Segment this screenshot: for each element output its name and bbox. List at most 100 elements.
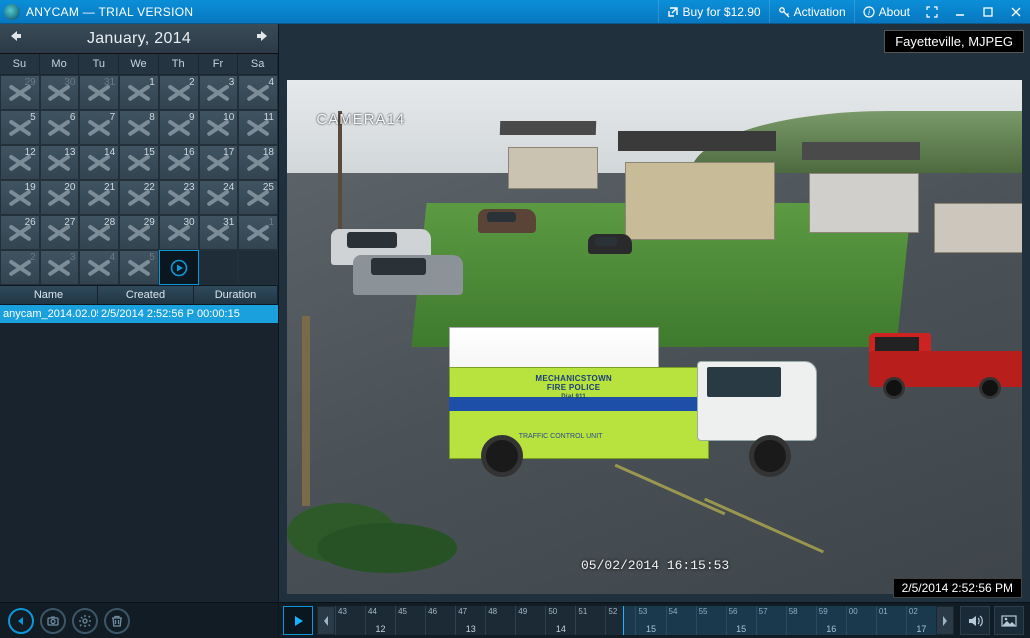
calendar-day-cell[interactable]: 21 bbox=[79, 180, 119, 215]
col-duration[interactable]: Duration bbox=[194, 286, 278, 304]
x-icon bbox=[160, 76, 198, 109]
col-created[interactable]: Created bbox=[98, 286, 194, 304]
calendar-day-cell[interactable]: 8 bbox=[119, 110, 159, 145]
calendar-day-cell[interactable]: 1 bbox=[119, 75, 159, 110]
activation-button[interactable]: Activation bbox=[769, 0, 854, 23]
back-button[interactable] bbox=[8, 608, 34, 634]
x-icon bbox=[239, 216, 277, 249]
calendar-day-cell[interactable]: 29 bbox=[0, 75, 40, 110]
calendar-grid: 2930311234567891011121314151617181920212… bbox=[0, 75, 278, 285]
calendar-next-button[interactable] bbox=[248, 29, 278, 48]
calendar-day-cell[interactable]: 1 bbox=[238, 215, 278, 250]
calendar-day-cell[interactable]: 3 bbox=[40, 250, 80, 285]
about-label: About bbox=[879, 5, 910, 19]
x-icon bbox=[41, 181, 79, 214]
calendar-day-cell[interactable]: 18 bbox=[238, 145, 278, 180]
calendar-day-cell[interactable]: 5 bbox=[119, 250, 159, 285]
trash-icon bbox=[110, 614, 124, 628]
calendar-day-cell[interactable]: 20 bbox=[40, 180, 80, 215]
buy-label: Buy for $12.90 bbox=[683, 5, 761, 19]
left-controls bbox=[0, 602, 278, 638]
timeline-play-button[interactable] bbox=[283, 606, 313, 635]
snapshot-button[interactable] bbox=[40, 608, 66, 634]
buy-button[interactable]: Buy for $12.90 bbox=[658, 0, 769, 23]
video-feed[interactable]: MECHANICSTOWNFIRE POLICEDial 911 TRAFFIC… bbox=[287, 80, 1022, 594]
calendar-day-cell[interactable]: 30 bbox=[40, 75, 80, 110]
calendar-day-cell[interactable]: 2 bbox=[159, 75, 199, 110]
x-icon bbox=[41, 251, 79, 284]
calendar-day-cell[interactable]: 14 bbox=[79, 145, 119, 180]
calendar-day-cell[interactable]: 2 bbox=[0, 250, 40, 285]
calendar-day-cell[interactable]: 15 bbox=[119, 145, 159, 180]
calendar-day-cell[interactable]: 28 bbox=[79, 215, 119, 250]
x-icon bbox=[41, 111, 79, 144]
image-button[interactable] bbox=[994, 606, 1024, 635]
calendar-day-cell[interactable]: 29 bbox=[119, 215, 159, 250]
calendar-day-cell[interactable]: 19 bbox=[0, 180, 40, 215]
x-icon bbox=[160, 181, 198, 214]
col-name[interactable]: Name bbox=[0, 286, 98, 304]
delete-button[interactable] bbox=[104, 608, 130, 634]
x-icon bbox=[160, 111, 198, 144]
calendar-prev-button[interactable] bbox=[0, 29, 30, 48]
x-icon bbox=[120, 216, 158, 249]
overlay-timestamp: 05/02/2014 16:15:53 bbox=[581, 558, 729, 573]
calendar-day-cell[interactable]: 7 bbox=[79, 110, 119, 145]
calendar-day-cell[interactable]: 4 bbox=[238, 75, 278, 110]
calendar-day-cell[interactable]: 13 bbox=[40, 145, 80, 180]
chevron-left-icon bbox=[322, 614, 330, 628]
calendar-day-cell[interactable]: 4 bbox=[79, 250, 119, 285]
camera-label: CAMERA14 bbox=[316, 111, 405, 128]
calendar-day-cell[interactable]: 16 bbox=[159, 145, 199, 180]
calendar-day-cell[interactable]: 27 bbox=[40, 215, 80, 250]
minimize-button[interactable] bbox=[946, 0, 974, 23]
right-pane: Fayetteville, MJPEG bbox=[279, 24, 1030, 638]
truck-sign-1: MECHANICSTOWN bbox=[535, 374, 612, 383]
chevron-right-icon bbox=[941, 614, 949, 628]
calendar-day-cell bbox=[238, 250, 278, 285]
calendar-day-cell[interactable]: 6 bbox=[40, 110, 80, 145]
fullscreen-button[interactable] bbox=[918, 0, 946, 23]
timeline-tick: 5014 bbox=[545, 606, 575, 635]
calendar-day-cell[interactable]: 31 bbox=[199, 215, 239, 250]
external-link-icon bbox=[667, 6, 679, 18]
calendar-day-cell[interactable]: 3 bbox=[199, 75, 239, 110]
calendar-day-cell[interactable]: 26 bbox=[0, 215, 40, 250]
calendar-day-cell[interactable]: 22 bbox=[119, 180, 159, 215]
x-icon bbox=[41, 216, 79, 249]
x-icon bbox=[80, 146, 118, 179]
x-icon bbox=[120, 111, 158, 144]
x-icon bbox=[120, 181, 158, 214]
calendar-title[interactable]: January, 2014 bbox=[30, 30, 248, 48]
calendar-day-cell[interactable]: 24 bbox=[199, 180, 239, 215]
timeline-scroll-right[interactable] bbox=[936, 606, 954, 635]
maximize-button[interactable] bbox=[974, 0, 1002, 23]
arrow-right-icon bbox=[255, 29, 271, 43]
timeline-tick: 48 bbox=[485, 606, 515, 635]
calendar-day-cell[interactable]: 12 bbox=[0, 145, 40, 180]
calendar-day-cell[interactable]: 11 bbox=[238, 110, 278, 145]
calendar-day-cell[interactable]: 5 bbox=[0, 110, 40, 145]
calendar-day-cell[interactable]: 31 bbox=[79, 75, 119, 110]
settings-button[interactable] bbox=[72, 608, 98, 634]
calendar-play-cell[interactable] bbox=[159, 250, 199, 285]
timeline-tick: 4412 bbox=[365, 606, 395, 635]
minimize-icon bbox=[954, 6, 966, 18]
calendar-day-cell[interactable]: 23 bbox=[159, 180, 199, 215]
calendar-day-cell[interactable]: 10 bbox=[199, 110, 239, 145]
calendar-day-cell[interactable]: 25 bbox=[238, 180, 278, 215]
about-button[interactable]: i About bbox=[854, 0, 918, 23]
calendar-day-cell[interactable]: 30 bbox=[159, 215, 199, 250]
timeline-scale[interactable]: 4344124546471348495014515253155455561557… bbox=[335, 606, 936, 635]
recording-row[interactable]: anycam_2014.02.05 2/5/2014 2:52:56 P 00:… bbox=[0, 305, 278, 323]
arrow-left-icon bbox=[7, 29, 23, 43]
calendar-day-cell[interactable]: 17 bbox=[199, 145, 239, 180]
dow-cell: Tu bbox=[79, 54, 119, 75]
x-icon bbox=[1, 216, 39, 249]
close-button[interactable] bbox=[1002, 0, 1030, 23]
x-icon bbox=[120, 251, 158, 284]
timeline-scroll-left[interactable] bbox=[317, 606, 335, 635]
calendar-day-cell[interactable]: 9 bbox=[159, 110, 199, 145]
recordings-header: Name Created Duration bbox=[0, 285, 278, 305]
sound-button[interactable] bbox=[960, 606, 990, 635]
